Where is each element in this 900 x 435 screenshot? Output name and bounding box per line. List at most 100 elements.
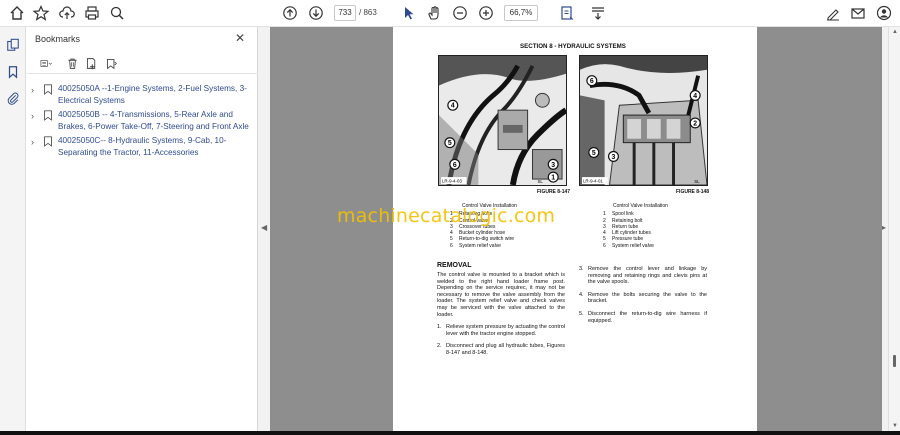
legend-number: 6 xyxy=(603,242,606,249)
chevron-right-icon[interactable]: › xyxy=(31,110,39,122)
figure-corner-mark: SL xyxy=(537,179,543,184)
callout-label: 5 xyxy=(448,140,452,147)
step-text: Disconnect the return-to-dig wire harnes… xyxy=(588,310,707,324)
page-total-label: / 863 xyxy=(359,8,377,17)
callout-label: 2 xyxy=(693,120,697,127)
procedure-step: 2. Disconnect and plug all hydraulic tube… xyxy=(437,343,565,356)
email-icon[interactable] xyxy=(847,3,869,23)
bookmark-label[interactable]: 40025050A --1-Engine Systems, 2-Fuel Sys… xyxy=(58,83,254,107)
step-text: Relieve system pressure by actuating the… xyxy=(446,324,565,337)
main-toolbar: 733 / 863 66,7% xyxy=(0,0,900,27)
bookmark-flag-icon xyxy=(44,84,52,95)
collapse-panel-handle[interactable]: ◀ xyxy=(258,27,270,435)
figure-8-148-image: 6 4 2 5 3 LR-9-4-01 SL xyxy=(579,55,708,186)
scroll-mode-icon[interactable] xyxy=(587,3,609,23)
home-icon[interactable] xyxy=(6,3,28,23)
section-header: SECTION 8 - HYDRAULIC SYSTEMS xyxy=(520,43,626,50)
pages-icon[interactable] xyxy=(4,36,22,54)
scroll-down-icon[interactable]: ▼ xyxy=(892,423,898,429)
step-number: 2. xyxy=(437,343,442,350)
bookmark-item[interactable]: › 40025050B -- 4-Transmissions, 5-Rear A… xyxy=(31,109,255,133)
chevron-right-icon[interactable]: › xyxy=(31,84,39,96)
hand-tool-icon[interactable] xyxy=(423,3,445,23)
step-text: Remove the bolts securing the valve to t… xyxy=(588,291,707,305)
chevron-left-icon[interactable]: ◀ xyxy=(261,223,267,232)
step-number: 3. xyxy=(579,266,584,272)
removal-intro: The control valve is mounted to a bracke… xyxy=(437,272,565,318)
callout-label: 3 xyxy=(551,162,555,169)
callout-label: 6 xyxy=(453,162,457,169)
search-icon[interactable] xyxy=(106,3,128,23)
figure-code: LR-9-4-01 xyxy=(583,179,603,184)
taskbar-edge xyxy=(0,431,900,435)
previous-page-icon[interactable] xyxy=(279,3,301,23)
bookmarks-title: Bookmarks xyxy=(35,34,81,44)
next-page-icon[interactable] xyxy=(305,3,327,23)
scrollbar-thumb[interactable] xyxy=(893,355,896,367)
star-icon[interactable] xyxy=(30,3,52,23)
step-text: Disconnect and plug all hydraulic tubes,… xyxy=(446,343,565,356)
callout-label: 3 xyxy=(612,154,616,161)
legend-text: System relief valve xyxy=(459,242,501,249)
zoom-in-icon[interactable] xyxy=(475,3,497,23)
procedure-step: 4. Remove the bolts securing the valve to… xyxy=(579,292,707,305)
procedure-step: 1. Relieve system pressure by actuating t… xyxy=(437,324,565,337)
step-number: 1. xyxy=(437,324,442,331)
tag-bookmark-icon[interactable] xyxy=(103,55,119,71)
bookmark-item[interactable]: › 40025050C-- 8-Hydraulic Systems, 9-Cab… xyxy=(31,135,255,159)
print-icon[interactable] xyxy=(81,3,103,23)
procedure-step: 5. Disconnect the return-to-dig wire harn… xyxy=(579,311,707,324)
legend-title: Control Valve Installation xyxy=(613,203,668,209)
delete-icon[interactable] xyxy=(64,55,80,71)
fit-page-icon[interactable] xyxy=(556,3,578,23)
bookmark-label[interactable]: 40025050B -- 4-Transmissions, 5-Rear Axl… xyxy=(58,109,254,133)
engine-photo-illustration: 4 5 6 3 1 LR-9-4-03 SL xyxy=(439,56,566,185)
bookmark-flag-icon xyxy=(44,110,52,121)
bookmark-flag-icon xyxy=(44,136,52,147)
valve-photo-illustration: 6 4 2 5 3 LR-9-4-01 SL xyxy=(580,56,707,185)
cloud-upload-icon[interactable] xyxy=(56,3,78,23)
select-cursor-icon[interactable] xyxy=(398,3,420,23)
bookmarks-toolbar xyxy=(27,52,258,74)
attachment-icon[interactable] xyxy=(4,89,22,107)
chevron-right-icon[interactable]: › xyxy=(31,136,39,148)
figure-code: LR-9-4-03 xyxy=(442,179,462,184)
bookmarks-panel: Bookmarks ✕ › 40025050A --1-Engine Syste… xyxy=(27,27,258,435)
procedure-step: 3. Remove the control lever and linkage b… xyxy=(579,266,707,286)
bookmark-item[interactable]: › 40025050A --1-Engine Systems, 2-Fuel S… xyxy=(31,83,255,107)
step-text: Remove the control lever and linkage by … xyxy=(588,266,707,286)
left-column-text: The control valve is mounted to a bracke… xyxy=(437,272,565,357)
zoom-out-icon[interactable] xyxy=(449,3,471,23)
bookmark-label[interactable]: 40025050C-- 8-Hydraulic Systems, 9-Cab, … xyxy=(58,135,254,159)
step-number: 5. xyxy=(579,310,584,317)
document-viewport[interactable]: SECTION 8 - HYDRAULIC SYSTEMS 4 5 6 3 1 … xyxy=(270,27,882,435)
callout-label: 4 xyxy=(693,93,697,100)
callout-label: 5 xyxy=(592,150,596,157)
callout-label: 6 xyxy=(590,78,594,85)
legend-row: 6 System relief valve xyxy=(603,243,668,249)
figure-caption: FIGURE 8-148 xyxy=(676,189,710,195)
vertical-scrollbar[interactable]: ▲ ▼ xyxy=(888,27,900,435)
callout-label: 4 xyxy=(451,103,455,110)
right-column-text: 3. Remove the control lever and linkage b… xyxy=(579,260,707,324)
bookmark-icon[interactable] xyxy=(4,63,22,81)
fill-sign-icon[interactable] xyxy=(822,3,844,23)
legend-row: 6 System relief valve xyxy=(450,243,517,249)
callout-label: 1 xyxy=(551,175,555,182)
new-bookmark-icon[interactable] xyxy=(83,55,99,71)
close-icon[interactable]: ✕ xyxy=(233,31,247,45)
chevron-right-icon[interactable]: ▸ xyxy=(882,223,886,232)
legend-text: System relief valve xyxy=(612,242,654,249)
zoom-level-input[interactable]: 66,7% xyxy=(504,5,538,21)
options-menu-icon[interactable] xyxy=(35,55,57,71)
navigation-strip xyxy=(0,27,26,435)
figure-caption: FIGURE 8-147 xyxy=(537,189,571,195)
figure-corner-mark: SL xyxy=(694,179,700,184)
page-number-input[interactable]: 733 xyxy=(334,5,356,21)
account-icon[interactable] xyxy=(873,3,895,23)
scroll-up-icon[interactable]: ▲ xyxy=(892,29,898,35)
watermark-text: machinecatalogic.com xyxy=(337,205,556,227)
figure-legend: Control Valve Installation 1 Spool link 2… xyxy=(603,203,668,249)
pdf-page: SECTION 8 - HYDRAULIC SYSTEMS 4 5 6 3 1 … xyxy=(393,27,757,435)
figure-8-147-image: 4 5 6 3 1 LR-9-4-03 SL xyxy=(438,55,567,186)
